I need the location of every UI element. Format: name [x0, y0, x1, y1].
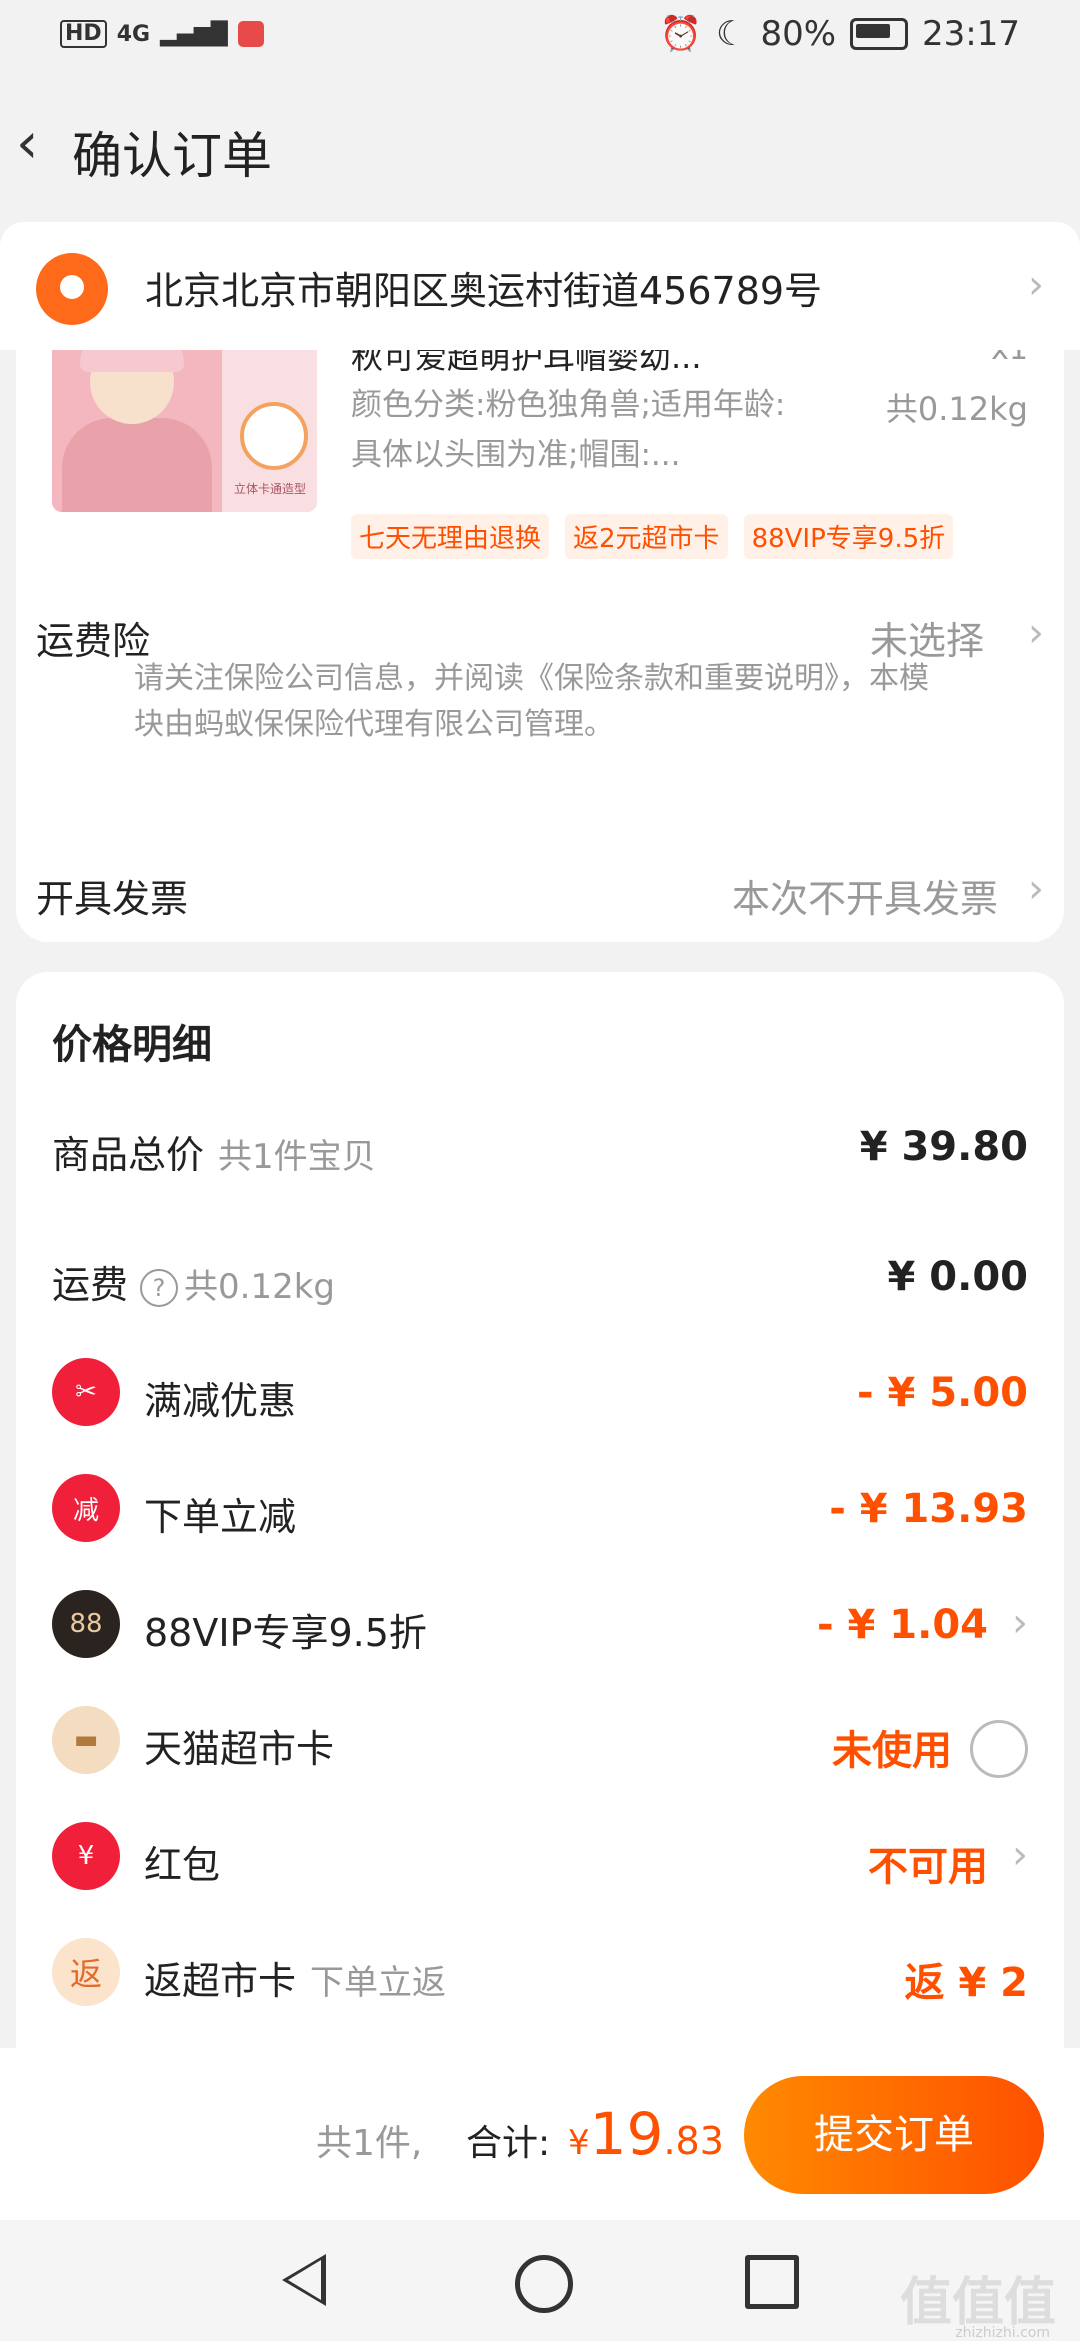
unicorn-icon [240, 402, 308, 470]
total-decimal: .83 [663, 2119, 724, 2163]
items-total-value: ¥ 39.80 [859, 1124, 1028, 1170]
card-icon: ▬ [52, 1706, 120, 1774]
item-count: 共1件, [316, 2123, 423, 2164]
watermark-logo: 值值值 [899, 2273, 1056, 2333]
page-title: 确认订单 [72, 127, 272, 185]
price-detail-card: 价格明细 商品总价 共1件宝贝 ¥ 39.80 运费? 共0.12kg ¥ 0.00… [16, 972, 1064, 2048]
cashback-icon: 返 [52, 1938, 120, 2006]
full-discount-value: - ¥ 5.00 [857, 1370, 1028, 1416]
order-discount-row: 减 下单立减 - ¥ 13.93 [16, 1468, 1064, 1548]
market-card-label: 天猫超市卡 [144, 1727, 335, 1771]
total-integer: 19 [589, 2100, 664, 2168]
chevron-right-icon: › [1028, 262, 1044, 308]
product-thumbnail[interactable]: 立体卡通造型 [52, 350, 317, 512]
cashback-sub: 下单立返 [310, 1963, 447, 2003]
items-total-label: 商品总价 [52, 1133, 205, 1177]
watermark-url: zhizhizhi.com [955, 2325, 1050, 2341]
vip-label: 88VIP专享9.5折 [144, 1611, 427, 1655]
full-discount-label: 满减优惠 [144, 1379, 297, 1423]
nav-home-icon[interactable] [515, 2255, 573, 2313]
cashback-row: 返 返超市卡 下单立返 返 ¥ 2 [16, 1932, 1064, 2012]
alarm-icon: ⏰ [659, 14, 702, 54]
vip-value: - ¥ 1.04 [817, 1602, 988, 1648]
vip-88-icon: 88 [52, 1590, 120, 1658]
chevron-right-icon: › [1012, 1832, 1028, 1878]
book-app-icon [237, 21, 264, 47]
location-pin-icon [36, 253, 108, 325]
shipping-value: ¥ 0.00 [887, 1254, 1028, 1300]
shipping-label: 运费 [52, 1263, 129, 1307]
shipping-weight: 共0.12kg [184, 1267, 335, 1307]
total-label: 合计: [466, 2123, 551, 2164]
order-discount-value: - ¥ 13.93 [829, 1486, 1028, 1532]
signal-bars-icon: ▂▄▆█ [160, 21, 228, 47]
status-bar: HD 4G ▂▄▆█ ⏰ ☾ 80% 23:17 [0, 0, 1080, 75]
clock: 23:17 [922, 14, 1020, 54]
cashback-value: 返 ¥ 2 [904, 1960, 1028, 2006]
invoice-row[interactable]: 开具发票 本次不开具发票 › [16, 800, 1064, 921]
order-card: 立体卡通造型 秋可爱超萌护耳帽婴幼... x1 颜色分类:粉色独角兽;适用年龄:… [16, 350, 1064, 942]
moon-icon: ☾ [715, 14, 747, 54]
red-packet-row[interactable]: ¥ 红包 不可用 › [16, 1816, 1064, 1896]
invoice-value: 本次不开具发票 [731, 877, 998, 921]
insurance-note: 请关注保险公司信息，并阅读《保险条款和重要说明》，本模块由蚂蚁保保险代理有限公司… [134, 661, 929, 742]
chevron-right-icon: › [1012, 1600, 1028, 1646]
shipping-insurance-row[interactable]: 运费险 未选择 › [16, 550, 1064, 663]
thumb-caption: 立体卡通造型 [233, 482, 306, 496]
red-packet-value: 不可用 [868, 1844, 988, 1890]
red-packet-label: 红包 [144, 1843, 221, 1887]
help-icon[interactable]: ? [140, 1268, 179, 1307]
chevron-right-icon: › [1028, 866, 1044, 912]
hd-badge: HD [60, 20, 107, 48]
market-card-radio[interactable] [970, 1720, 1028, 1778]
ticket-icon: ✂ [52, 1358, 120, 1426]
system-nav-bar: 值值值 zhizhizhi.com [0, 2220, 1080, 2341]
checkout-bar: 共1件, 合计: ¥19.83 提交订单 [0, 2048, 1080, 2220]
market-card-value: 未使用 [832, 1728, 952, 1774]
price-detail-title: 价格明细 [52, 1022, 212, 1068]
total-amount: ¥19.83 [568, 2100, 724, 2168]
battery-icon [850, 18, 909, 50]
items-total-row: 商品总价 共1件宝贝 ¥ 39.80 [16, 1106, 1064, 1186]
submit-order-button[interactable]: 提交订单 [744, 2076, 1044, 2194]
insurance-label: 运费险 [36, 619, 151, 663]
full-discount-row: ✂ 满减优惠 - ¥ 5.00 [16, 1352, 1064, 1432]
product-quantity: x1 [991, 350, 1028, 367]
nav-recent-icon[interactable] [745, 2255, 799, 2309]
chevron-right-icon: › [1028, 610, 1044, 656]
market-card-row[interactable]: ▬ 天猫超市卡 未使用 [16, 1700, 1064, 1780]
red-packet-icon: ¥ [52, 1822, 120, 1890]
currency-symbol: ¥ [568, 2123, 590, 2163]
vip-discount-row[interactable]: 88 88VIP专享9.5折 - ¥ 1.04 › [16, 1584, 1064, 1664]
product-spec: 颜色分类:粉色独角兽;适用年龄:具体以头围为准;帽围:... [351, 387, 786, 473]
header: ‹ 确认订单 [0, 90, 1080, 210]
shipping-fee-row: 运费? 共0.12kg ¥ 0.00 [16, 1236, 1064, 1316]
discount-icon: 减 [52, 1474, 120, 1542]
address-text: 北京北京市朝阳区奥运村街道456789号 [145, 269, 823, 313]
back-arrow-icon[interactable]: ‹ [16, 116, 76, 176]
nav-back-icon[interactable] [282, 2254, 326, 2306]
product-name[interactable]: 秋可爱超萌护耳帽婴幼... [351, 350, 702, 378]
items-count: 共1件宝贝 [218, 1137, 376, 1177]
cashback-label: 返超市卡 [144, 1959, 297, 2003]
signal-indicator: 4G [116, 21, 151, 47]
order-discount-label: 下单立减 [144, 1495, 297, 1539]
battery-percent: 80% [760, 14, 837, 54]
invoice-label: 开具发票 [36, 877, 189, 921]
product-weight: 共0.12kg [885, 390, 1028, 428]
address-row[interactable]: 北京北京市朝阳区奥运村街道456789号 › [0, 222, 1080, 350]
